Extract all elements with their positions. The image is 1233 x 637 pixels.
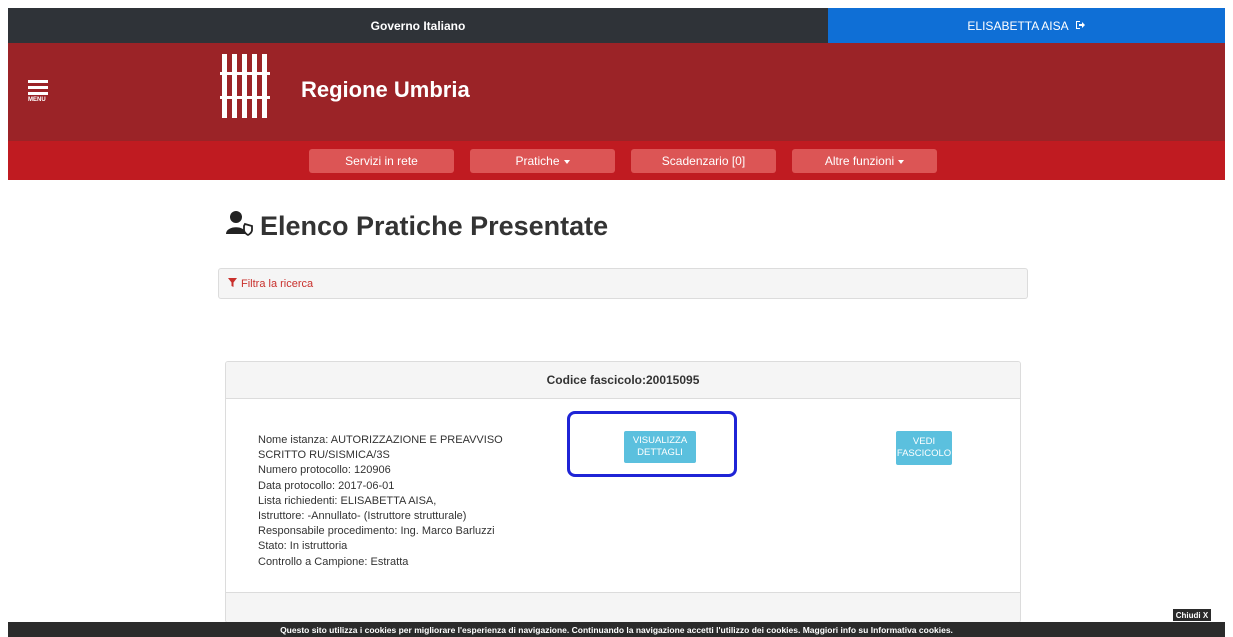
fascicolo-code: Codice fascicolo:20015095 <box>226 362 1020 399</box>
fascicolo-panel: Codice fascicolo:20015095 Nome istanza: … <box>225 361 1021 623</box>
menu-button[interactable]: MENU <box>28 80 50 106</box>
cookie-banner: Questo sito utilizza i cookies per migli… <box>8 622 1225 637</box>
pratica-details: Nome istanza: AUTORIZZAZIONE E PREAVVISO… <box>258 433 503 570</box>
user-shield-icon <box>226 210 254 243</box>
nav-label: Scadenzario [0] <box>661 154 746 168</box>
button-label: FASCICOLO <box>896 448 952 459</box>
filter-toggle[interactable]: Filtra la ricerca <box>218 268 1028 299</box>
sign-out-icon <box>1075 19 1086 33</box>
page-title: Elenco Pratiche Presentate <box>226 210 608 243</box>
nav-servizi-in-rete[interactable]: Servizi in rete <box>309 149 454 173</box>
nav-pratiche-dropdown[interactable]: Pratiche <box>470 149 615 173</box>
nav-label: Servizi in rete <box>345 154 418 168</box>
caret-down-icon <box>898 160 905 164</box>
user-name: ELISABETTA AISA <box>967 18 1069 33</box>
detail-line: Controllo a Campione: Estratta <box>258 555 409 568</box>
detail-line: Istruttore: -Annullato- (Istruttore stru… <box>258 510 467 523</box>
detail-line: Stato: In istruttoria <box>258 540 348 553</box>
hamburger-icon <box>28 80 48 83</box>
menu-label: MENU <box>28 97 46 103</box>
detail-line: Nome istanza: AUTORIZZAZIONE E PREAVVISO <box>258 434 503 446</box>
nav-scadenzario[interactable]: Scadenzario [0] <box>631 149 776 173</box>
government-bar: Governo Italiano ELISABETTA AISA <box>8 8 1225 43</box>
region-logo[interactable] <box>218 52 274 120</box>
page-title-text: Elenco Pratiche Presentate <box>260 211 609 241</box>
cookie-close-button[interactable]: Chiudi X <box>1173 609 1211 621</box>
visualizza-dettagli-button[interactable]: VISUALIZZA DETTAGLI <box>624 431 696 463</box>
button-label: VISUALIZZA <box>632 435 688 446</box>
nav-altre-funzioni-dropdown[interactable]: Altre funzioni <box>792 149 937 173</box>
vedi-fascicolo-button[interactable]: VEDI FASCICOLO <box>896 431 952 465</box>
detail-line: SCRITTO RU/SISMICA/3S <box>258 449 390 462</box>
hamburger-bar <box>28 86 48 89</box>
panel-footer <box>226 592 1020 622</box>
nav-label: Altre funzioni <box>824 154 895 168</box>
detail-line: Lista richiedenti: ELISABETTA AISA, <box>258 494 437 507</box>
caret-down-icon <box>563 160 570 164</box>
detail-line: Data protocollo: 2017-06-01 <box>258 479 395 492</box>
gov-title: Governo Italiano <box>8 8 828 43</box>
button-label: VEDI <box>912 436 936 447</box>
nav-label: Pratiche <box>515 154 560 168</box>
user-logout-link[interactable]: ELISABETTA AISA <box>828 8 1225 43</box>
button-label: DETTAGLI <box>637 447 683 458</box>
filter-icon <box>228 277 237 290</box>
filter-label: Filtra la ricerca <box>241 277 314 290</box>
hamburger-bar <box>28 92 48 95</box>
main-nav: Servizi in rete Pratiche Scadenzario [0]… <box>8 141 1225 180</box>
detail-line: Responsabile procedimento: Ing. Marco Ba… <box>258 525 495 538</box>
site-header: MENU Regione Umbria <box>8 43 1225 141</box>
top-strip <box>0 0 1233 8</box>
detail-line: Numero protocollo: 120906 <box>258 464 391 477</box>
region-title[interactable]: Regione Umbria <box>301 77 470 103</box>
